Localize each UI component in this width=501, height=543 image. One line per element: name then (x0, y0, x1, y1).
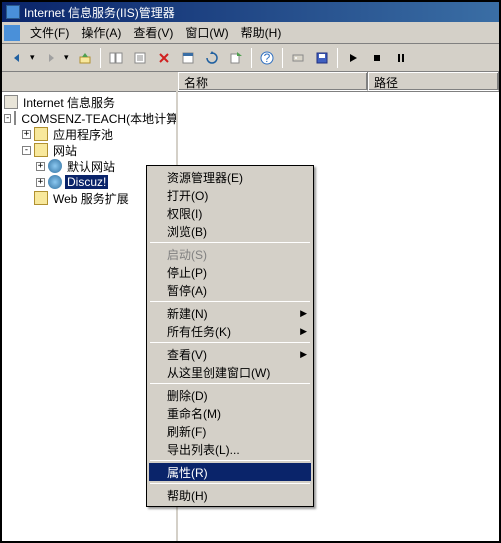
tree-web-ext-label: Web 服务扩展 (51, 190, 131, 207)
back-dropdown[interactable]: ▾ (30, 52, 38, 63)
menu-action[interactable]: 操作(A) (75, 22, 127, 43)
tree-websites-label: 网站 (51, 142, 79, 159)
expander-icon[interactable]: + (22, 130, 31, 139)
col-name[interactable]: 名称 (178, 72, 368, 91)
cm-refresh[interactable]: 刷新(F) (149, 422, 311, 440)
cm-rename[interactable]: 重命名(M) (149, 404, 311, 422)
cm-all-tasks[interactable]: 所有任务(K)▶ (149, 322, 311, 340)
up-button[interactable] (74, 47, 96, 69)
properties-button[interactable] (129, 47, 151, 69)
tree-default-site-label: 默认网站 (65, 158, 117, 175)
computer-icon (14, 111, 16, 125)
submenu-arrow-icon: ▶ (300, 308, 307, 319)
cm-start: 启动(S) (149, 245, 311, 263)
cm-browse[interactable]: 浏览(B) (149, 222, 311, 240)
folder-icon (34, 127, 48, 141)
tree-discuz-label: Discuz! (65, 175, 108, 189)
connect-button[interactable] (287, 47, 309, 69)
svg-text:?: ? (264, 51, 271, 65)
tree-root-label: Internet 信息服务 (21, 94, 117, 111)
server-icon (4, 95, 18, 109)
window-title: Internet 信息服务(IIS)管理器 (24, 4, 175, 21)
submenu-arrow-icon: ▶ (300, 349, 307, 360)
menu-window[interactable]: 窗口(W) (179, 22, 234, 43)
tree-computer[interactable]: - COMSENZ-TEACH(本地计算 (4, 110, 174, 126)
pause-button[interactable] (390, 47, 412, 69)
cm-separator (150, 460, 310, 461)
cm-stop[interactable]: 停止(P) (149, 263, 311, 281)
stop-button[interactable] (366, 47, 388, 69)
cm-view[interactable]: 查看(V)▶ (149, 345, 311, 363)
cm-separator (150, 383, 310, 384)
props2-button[interactable] (177, 47, 199, 69)
cm-separator (150, 483, 310, 484)
toolbar-sep (251, 48, 252, 68)
col-path[interactable]: 路径 (368, 72, 499, 91)
tree-websites[interactable]: - 网站 (4, 142, 174, 158)
expander-icon[interactable]: - (22, 146, 31, 155)
globe-stopped-icon (48, 175, 62, 189)
expander-icon[interactable]: - (4, 114, 11, 123)
toolbar-sep (100, 48, 101, 68)
tree-header (2, 72, 176, 92)
delete-button[interactable] (153, 47, 175, 69)
cm-properties[interactable]: 属性(R) (149, 463, 311, 481)
cm-explorer[interactable]: 资源管理器(E) (149, 168, 311, 186)
tree-computer-label: COMSENZ-TEACH(本地计算 (19, 110, 178, 127)
cm-open[interactable]: 打开(O) (149, 186, 311, 204)
cm-new[interactable]: 新建(N)▶ (149, 304, 311, 322)
menu-bar: 文件(F) 操作(A) 查看(V) 窗口(W) 帮助(H) (2, 22, 499, 44)
tree-app-pool[interactable]: + 应用程序池 (4, 126, 174, 142)
cm-permissions[interactable]: 权限(I) (149, 204, 311, 222)
cm-delete[interactable]: 删除(D) (149, 386, 311, 404)
toolbar-sep (282, 48, 283, 68)
cm-new-window[interactable]: 从这里创建窗口(W) (149, 363, 311, 381)
submenu-arrow-icon: ▶ (300, 326, 307, 337)
menu-help[interactable]: 帮助(H) (235, 22, 288, 43)
help-button[interactable]: ? (256, 47, 278, 69)
cm-separator (150, 342, 310, 343)
folder-icon (34, 143, 48, 157)
menu-view[interactable]: 查看(V) (127, 22, 179, 43)
list-header: 名称 路径 (178, 72, 499, 92)
forward-button[interactable] (40, 47, 62, 69)
back-button[interactable] (6, 47, 28, 69)
show-hide-tree-button[interactable] (105, 47, 127, 69)
cm-export-list[interactable]: 导出列表(L)... (149, 440, 311, 458)
save-config-button[interactable] (311, 47, 333, 69)
cm-help[interactable]: 帮助(H) (149, 486, 311, 504)
start-button[interactable] (342, 47, 364, 69)
forward-dropdown[interactable]: ▾ (64, 52, 72, 63)
tree-app-pool-label: 应用程序池 (51, 126, 115, 143)
tree-root[interactable]: Internet 信息服务 (4, 94, 174, 110)
cm-pause[interactable]: 暂停(A) (149, 281, 311, 299)
toolbar: ▾ ▾ ? (2, 44, 499, 72)
expander-icon[interactable]: + (36, 162, 45, 171)
export-button[interactable] (225, 47, 247, 69)
menu-app-icon (4, 25, 20, 41)
folder-icon (34, 191, 48, 205)
app-icon (6, 5, 20, 19)
menu-file[interactable]: 文件(F) (24, 22, 75, 43)
cm-separator (150, 301, 310, 302)
cm-separator (150, 242, 310, 243)
globe-icon (48, 159, 62, 173)
title-bar: Internet 信息服务(IIS)管理器 (2, 2, 499, 22)
context-menu: 资源管理器(E) 打开(O) 权限(I) 浏览(B) 启动(S) 停止(P) 暂… (146, 165, 314, 507)
refresh-button[interactable] (201, 47, 223, 69)
toolbar-sep (337, 48, 338, 68)
expander-icon[interactable]: + (36, 178, 45, 187)
